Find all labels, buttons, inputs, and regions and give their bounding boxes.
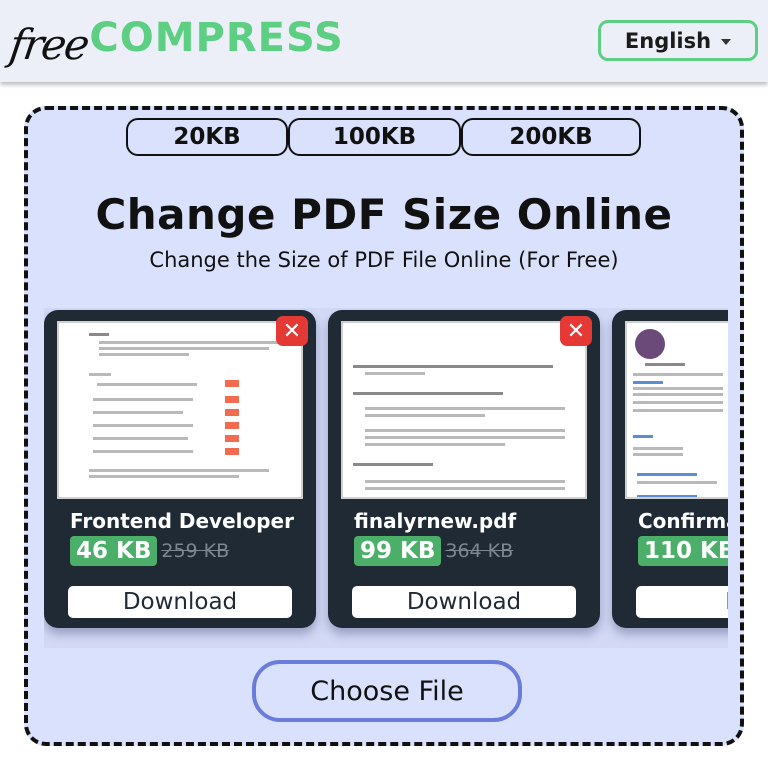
preset-100kb-button[interactable]: 100KB <box>288 118 461 156</box>
preset-200kb-button[interactable]: 200KB <box>461 118 641 156</box>
file-sizes: 46 KB 259 KB <box>70 536 229 566</box>
caret-down-icon <box>721 38 732 45</box>
remove-file-button[interactable]: ✕ <box>560 316 592 346</box>
original-size: 259 KB <box>161 540 230 562</box>
size-presets: 20KB 100KB 200KB <box>126 118 641 156</box>
language-selected: English <box>624 28 712 53</box>
download-button[interactable]: Download <box>68 586 292 618</box>
remove-file-button[interactable]: ✕ <box>276 316 308 346</box>
compressed-size: 110 KB <box>638 536 728 566</box>
file-card: ✕ Frontend Developer ... 46 KB 259 KB Do… <box>44 310 316 628</box>
compressed-size: 46 KB <box>70 536 158 566</box>
logo-compress-text: COMPRESS <box>89 15 344 61</box>
preset-20kb-button[interactable]: 20KB <box>126 118 288 156</box>
original-size: 364 KB <box>445 540 514 562</box>
choose-file-button[interactable]: Choose File <box>252 660 522 722</box>
file-name: Frontend Developer ... <box>70 509 300 533</box>
header: free COMPRESS English <box>0 0 768 82</box>
file-sizes: 99 KB 364 KB <box>354 536 513 566</box>
file-name: Confirma <box>638 509 728 533</box>
file-card: ✕ Confirma 110 KB Dov <box>612 310 728 628</box>
page-subtitle: Change the Size of PDF File Online (For … <box>149 248 619 272</box>
language-select[interactable]: English <box>598 20 758 61</box>
page-title: Change PDF Size Online <box>95 190 673 239</box>
download-button[interactable]: Dov <box>636 586 728 618</box>
logo-free-text: free <box>6 20 91 69</box>
close-icon: ✕ <box>282 318 302 344</box>
file-sizes: 110 KB <box>638 536 728 566</box>
download-button[interactable]: Download <box>352 586 576 618</box>
close-icon: ✕ <box>566 318 586 344</box>
logo[interactable]: free COMPRESS <box>6 6 344 72</box>
pdf-thumbnail <box>625 321 728 499</box>
upload-panel: 20KB 100KB 200KB Change PDF Size Online … <box>24 106 744 746</box>
file-cards: ✕ Frontend Developer ... 46 KB 259 KB Do… <box>44 310 728 628</box>
pdf-thumbnail <box>341 321 587 499</box>
file-name: finalyrnew.pdf <box>354 509 517 533</box>
file-cards-scroller[interactable]: ✕ Frontend Developer ... 46 KB 259 KB Do… <box>44 308 728 648</box>
pdf-thumbnail <box>57 321 303 499</box>
file-card: ✕ finalyrnew.pdf 99 KB 364 KB Download <box>328 310 600 628</box>
compressed-size: 99 KB <box>354 536 442 566</box>
